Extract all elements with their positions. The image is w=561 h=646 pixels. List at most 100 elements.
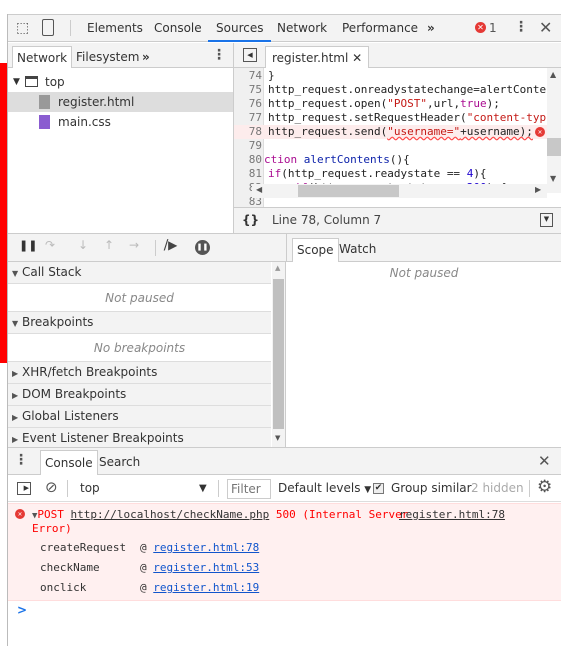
section-global-listeners[interactable]: ▶ Global Listeners [8, 406, 271, 428]
step-out-icon[interactable]: ↑ [104, 238, 114, 252]
error-icon[interactable]: ✕ [475, 22, 486, 33]
context-selector[interactable]: top ▼ [74, 475, 211, 502]
tab-performance[interactable]: Performance [342, 15, 418, 42]
error-method: POST [37, 508, 64, 521]
code-line[interactable]: 76 http_request.open("POST",url,true); [234, 97, 547, 111]
html-file-icon [39, 95, 50, 109]
code-token: } [268, 69, 275, 82]
tab-console[interactable]: Console [154, 15, 202, 42]
section-breakpoints[interactable]: ▼ Breakpoints [8, 312, 271, 334]
close-tab-icon[interactable]: ✕ [352, 51, 362, 65]
deactivate-breakpoints-icon[interactable]: ⧸▶ [164, 238, 177, 253]
inspect-element-icon[interactable]: ⬚ [16, 20, 29, 36]
scroll-down-icon[interactable]: ▼ [275, 434, 280, 442]
code-line[interactable]: 74} [234, 69, 547, 83]
close-drawer-icon[interactable]: ✕ [538, 452, 551, 470]
close-icon[interactable]: ✕ [539, 18, 552, 37]
line-number[interactable]: 81 [234, 167, 262, 181]
more-options-icon[interactable]: ⋮ [212, 47, 226, 63]
code-line[interactable]: 77 http_request.setRequestHeader("content… [234, 111, 547, 125]
tab-sources[interactable]: Sources [208, 15, 272, 42]
scroll-up-icon[interactable]: ▲ [275, 264, 280, 272]
code-line[interactable]: 81 if(http_request.readystate == 4){ [234, 167, 547, 181]
tree-item-label: register.html [58, 95, 135, 109]
tab-console[interactable]: Console [40, 450, 98, 475]
vertical-scrollbar[interactable]: ▲ ▼ [272, 262, 285, 447]
more-tabs-button[interactable]: » [138, 46, 154, 68]
tab-scope[interactable]: Scope [292, 238, 339, 262]
drawer-menu-icon[interactable]: ⋮ [14, 452, 28, 468]
toggle-debugger-icon[interactable]: ▼ [540, 213, 553, 227]
tree-item-register-html[interactable]: register.html [8, 92, 233, 112]
stack-frame: createRequest @ register.html:78 [40, 541, 259, 554]
section-label: XHR/fetch Breakpoints [21, 365, 158, 379]
section-call-stack[interactable]: ▼ Call Stack [8, 262, 271, 284]
error-source-link[interactable]: register.html:78 [399, 508, 505, 522]
scroll-right-icon[interactable]: ▶ [535, 185, 541, 194]
scroll-down-icon[interactable]: ▼ [550, 174, 556, 183]
settings-gear-icon[interactable]: ⚙ [537, 477, 552, 497]
code-line[interactable]: 75 http_request.onreadystatechange=alertC… [234, 83, 547, 97]
stack-link[interactable]: register.html:19 [153, 581, 259, 594]
error-text[interactable]: ▼POST http://localhost/checkName.php 500… [32, 508, 408, 523]
code-token: ){ [473, 167, 487, 180]
code-line[interactable]: 79 [234, 139, 547, 153]
section-xhr-fetch-breakpoints[interactable]: ▶ XHR/fetch Breakpoints [8, 362, 271, 384]
error-count[interactable]: 1 [489, 15, 497, 42]
divider [70, 20, 71, 36]
code-line[interactable]: 78 http_request.send("username="+username… [234, 125, 547, 139]
dropdown-arrow-icon: ▼ [364, 485, 372, 495]
tab-filesystem[interactable]: Filesystem [72, 46, 143, 68]
tab-network[interactable]: Network [277, 15, 327, 42]
console-prompt[interactable]: > [17, 603, 27, 617]
clear-console-icon[interactable]: ⊘ [45, 478, 58, 496]
line-number[interactable]: 78 [234, 125, 262, 139]
line-number[interactable]: 74 [234, 69, 262, 83]
line-number[interactable]: 76 [234, 97, 262, 111]
tab-search[interactable]: Search [95, 451, 144, 473]
code-line[interactable]: 80 ction alertContents(){ [234, 153, 547, 167]
section-label: Global Listeners [21, 409, 119, 423]
show-sidebar-icon[interactable]: ▶ [17, 482, 31, 495]
scrollbar-thumb[interactable] [298, 185, 399, 197]
filter-input[interactable] [227, 479, 271, 499]
more-options-icon[interactable]: ⋮ [514, 19, 528, 35]
console-error-message: ✕ ▼POST http://localhost/checkName.php 5… [8, 503, 561, 601]
stack-frame: checkName @ register.html:53 [40, 561, 259, 574]
tab-register-html[interactable]: register.html ✕ [265, 46, 370, 68]
tree-item-main-css[interactable]: main.css [8, 112, 233, 132]
device-toolbar-icon[interactable] [42, 19, 54, 36]
line-number[interactable]: 77 [234, 111, 262, 125]
scroll-up-icon[interactable]: ▲ [550, 70, 556, 79]
section-dom-breakpoints[interactable]: ▶ DOM Breakpoints [8, 384, 271, 406]
stack-link[interactable]: register.html:78 [153, 541, 259, 554]
tab-elements[interactable]: Elements [87, 15, 143, 42]
line-number[interactable]: 80 [234, 153, 262, 167]
toggle-navigator-icon[interactable]: ◀ [243, 48, 257, 62]
scroll-left-icon[interactable]: ◀ [256, 185, 262, 194]
line-number[interactable]: 75 [234, 83, 262, 97]
pretty-print-icon[interactable]: {} [242, 208, 259, 232]
step-over-icon[interactable]: ↷ [45, 238, 55, 252]
vertical-scrollbar[interactable]: ▲ ▼ [547, 68, 561, 193]
error-url[interactable]: http://localhost/checkName.php [71, 508, 270, 521]
section-empty-message: No breakpoints [8, 334, 271, 362]
error-icon[interactable]: ✕ [535, 127, 545, 137]
step-into-icon[interactable]: ↓ [78, 238, 88, 252]
scrollbar-thumb[interactable] [273, 279, 284, 429]
scrollbar-thumb[interactable] [547, 138, 561, 156]
pause-icon[interactable]: ❚❚ [19, 239, 37, 252]
code-token: alertContents [303, 153, 390, 166]
horizontal-scrollbar[interactable]: ◀ ▶ [252, 184, 547, 198]
more-tabs-button[interactable]: » [427, 15, 435, 42]
tree-item-top[interactable]: ▼ top [8, 72, 233, 92]
tab-watch[interactable]: Watch [335, 238, 380, 260]
log-levels-dropdown[interactable]: Default levels ▼ [278, 475, 371, 502]
tab-network[interactable]: Network [12, 46, 73, 68]
stack-link[interactable]: register.html:53 [153, 561, 259, 574]
pause-on-exceptions-icon[interactable]: ❚❚ [195, 240, 210, 255]
step-icon[interactable]: → [129, 238, 139, 252]
line-number[interactable]: 79 [234, 139, 262, 153]
group-similar-checkbox[interactable]: ✔ [373, 483, 384, 494]
css-file-icon [39, 115, 50, 129]
